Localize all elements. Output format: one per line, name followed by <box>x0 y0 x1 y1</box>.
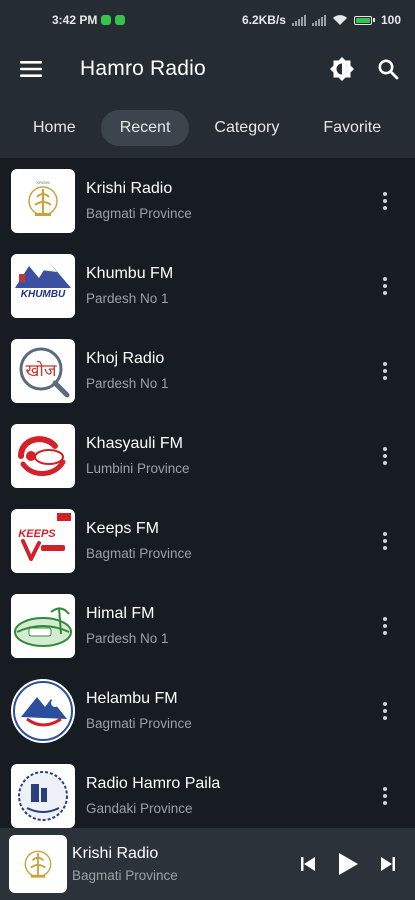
list-item[interactable]: KRISHI Krishi Radio Bagmati Province <box>0 158 415 243</box>
station-name: Helambu FM <box>86 690 178 707</box>
station-name: Keeps FM <box>86 520 159 537</box>
list-item[interactable]: Helambu FM Bagmati Province <box>0 668 415 753</box>
now-playing-name: Krishi Radio <box>72 845 159 862</box>
notification-icon <box>115 15 126 25</box>
station-name: Himal FM <box>86 605 155 622</box>
more-vert-icon[interactable] <box>370 356 400 386</box>
more-vert-icon[interactable] <box>370 186 400 216</box>
more-vert-icon[interactable] <box>370 781 400 811</box>
menu-icon[interactable] <box>18 56 44 82</box>
more-vert-icon[interactable] <box>370 271 400 301</box>
station-region: Bagmati Province <box>86 546 192 561</box>
signal-icon <box>311 14 326 26</box>
tab-category[interactable]: Category <box>195 110 298 146</box>
list-item[interactable]: Khasyauli FM Lumbini Province <box>0 413 415 498</box>
svg-text:KRISHI: KRISHI <box>36 180 49 185</box>
more-vert-icon[interactable] <box>370 441 400 471</box>
list-item[interactable]: खोज Khoj Radio Pardesh No 1 <box>0 328 415 413</box>
list-item[interactable]: Radio Hamro Paila Gandaki Province <box>0 753 415 838</box>
station-region: Bagmati Province <box>86 716 192 731</box>
station-name: Khasyauli FM <box>86 435 183 452</box>
tab-recent[interactable]: Recent <box>100 110 190 146</box>
tab-bar: Home Recent Category Favorite <box>0 98 415 158</box>
wifi-icon <box>332 15 347 25</box>
mini-player[interactable]: Krishi Radio Bagmati Province <box>0 828 415 900</box>
more-vert-icon[interactable] <box>370 696 400 726</box>
station-region: Pardesh No 1 <box>86 376 169 391</box>
tab-favorite[interactable]: Favorite <box>304 110 400 146</box>
app-bar: Hamro Radio <box>0 40 415 98</box>
station-region: Pardesh No 1 <box>86 291 169 306</box>
station-logo <box>11 423 75 488</box>
skip-next-icon[interactable] <box>375 851 401 877</box>
station-name: Khumbu FM <box>86 265 174 282</box>
signal-icon <box>291 14 306 26</box>
station-logo: KHUMBU <box>11 253 75 318</box>
station-name: Krishi Radio <box>86 180 173 197</box>
status-bar: 3:42 PM 6.2KB/s 100 <box>0 0 415 40</box>
list-item[interactable]: KHUMBU Khumbu FM Pardesh No 1 <box>0 243 415 328</box>
tab-home[interactable]: Home <box>14 110 95 146</box>
search-icon[interactable] <box>375 56 401 82</box>
list-item[interactable]: KEEPS Keeps FM Bagmati Province <box>0 498 415 583</box>
station-logo: KEEPS <box>11 508 75 573</box>
battery-icon <box>353 15 375 25</box>
station-list: KRISHI Krishi Radio Bagmati Province KHU… <box>0 158 415 838</box>
station-logo: KRISHI <box>11 168 75 233</box>
now-playing-region: Bagmati Province <box>72 868 178 883</box>
station-name: Khoj Radio <box>86 350 165 367</box>
keeps-logo-text: KEEPS <box>18 528 56 540</box>
list-item[interactable]: Himal FM Pardesh No 1 <box>0 583 415 668</box>
station-region: Bagmati Province <box>86 206 192 221</box>
more-vert-icon[interactable] <box>370 526 400 556</box>
station-logo <box>11 678 75 743</box>
more-vert-icon[interactable] <box>370 611 400 641</box>
skip-previous-icon[interactable] <box>295 851 321 877</box>
theme-toggle-icon[interactable] <box>329 56 355 82</box>
network-speed: 6.2KB/s <box>241 13 286 27</box>
battery-percent: 100 <box>380 13 401 27</box>
khoj-logo-text: खोज <box>26 360 57 381</box>
status-time: 3:42 PM <box>52 13 98 27</box>
khumbu-logo-text: KHUMBU <box>21 289 66 300</box>
station-name: Radio Hamro Paila <box>86 775 221 792</box>
station-region: Gandaki Province <box>86 801 193 816</box>
station-logo <box>11 593 75 658</box>
play-icon[interactable] <box>335 851 361 877</box>
page-title: Hamro Radio <box>80 57 206 80</box>
station-logo <box>11 763 75 828</box>
now-playing-logo <box>9 835 67 893</box>
station-logo: खोज <box>11 338 75 403</box>
notification-icon <box>101 15 112 25</box>
station-region: Pardesh No 1 <box>86 631 169 646</box>
station-region: Lumbini Province <box>86 461 190 476</box>
